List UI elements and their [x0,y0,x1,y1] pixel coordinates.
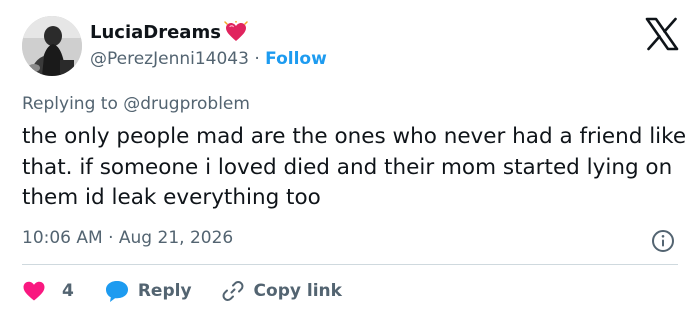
heart-emoji-icon [224,21,248,41]
author-handle-row: @PerezJenni14043 · Follow [90,49,327,69]
like-button[interactable]: 4 [22,280,74,302]
divider [22,264,678,265]
link-icon [222,281,244,301]
author-display-name[interactable]: LuciaDreams [90,22,221,43]
copy-link-button[interactable]: Copy link [222,280,342,302]
copy-link-label: Copy link [253,281,342,301]
tweet-text: the only people mad are the ones who nev… [22,124,687,210]
follow-button[interactable]: Follow [265,49,327,69]
avatar-photo [22,16,82,76]
x-logo-icon[interactable] [644,16,680,52]
reply-label: Reply [137,281,192,301]
tweet-card: LuciaDreams @PerezJenni14043 · Follow Re… [0,0,700,318]
avatar[interactable] [22,16,82,76]
reply-button[interactable]: Reply [104,279,192,303]
action-bar: 4 Reply Copy link [22,276,342,306]
tweet-timestamp[interactable]: 10:06 AM · Aug 21, 2026 [22,228,233,248]
author-name-row: LuciaDreams [90,20,248,44]
reply-bubble-icon [105,281,128,302]
info-icon[interactable] [651,229,675,253]
author-handle[interactable]: @PerezJenni14043 [90,49,249,69]
like-count: 4 [62,281,74,301]
replying-to[interactable]: Replying to @drugproblem [22,94,250,114]
handle-separator: · [248,49,266,69]
heart-icon [23,281,45,301]
